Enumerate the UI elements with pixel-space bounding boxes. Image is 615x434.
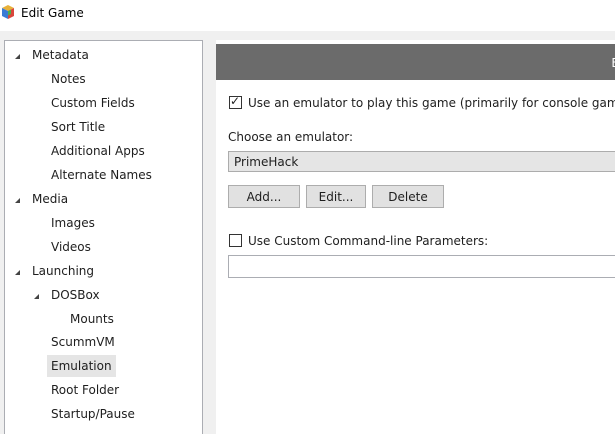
navigation-tree[interactable]: Metadata Notes Custom Fields Sort Title … [4, 40, 203, 434]
expanded-arrow-icon[interactable] [15, 270, 20, 275]
tree-item-label: Media [32, 192, 69, 206]
tree-item-label: Emulation [51, 359, 112, 373]
window-title: Edit Game [21, 6, 84, 20]
tree-item-label: Videos [51, 240, 91, 254]
tree-item-mounts[interactable]: Mounts [70, 308, 114, 330]
tree-item-emulation[interactable]: Emulation [47, 355, 116, 377]
section-header-title: E [611, 56, 615, 70]
use-emulator-label[interactable]: Use an emulator to play this game (prima… [248, 96, 615, 110]
add-emulator-button[interactable]: Add... [228, 185, 300, 208]
tree-item-notes[interactable]: Notes [51, 68, 86, 90]
expanded-arrow-icon[interactable] [15, 54, 20, 59]
launchbox-app-icon [2, 5, 14, 19]
choose-emulator-label: Choose an emulator: [228, 130, 354, 144]
tree-item-label: Root Folder [51, 383, 120, 397]
tree-item-metadata[interactable]: Metadata [32, 44, 89, 66]
custom-params-input[interactable] [228, 255, 615, 278]
tree-item-label: Metadata [32, 48, 89, 62]
tree-item-launching[interactable]: Launching [32, 260, 94, 282]
tree-item-additional-apps[interactable]: Additional Apps [51, 140, 145, 162]
tree-item-label: Notes [51, 72, 86, 86]
tree-item-label: Images [51, 216, 95, 230]
expanded-arrow-icon[interactable] [34, 294, 39, 299]
tree-item-label: Custom Fields [51, 96, 135, 110]
tree-item-label: Alternate Names [51, 168, 152, 182]
expanded-arrow-icon[interactable] [15, 198, 20, 203]
section-header: E [216, 44, 615, 80]
tree-item-label: Launching [32, 264, 95, 278]
tree-item-media[interactable]: Media [32, 188, 68, 210]
tree-item-custom-fields[interactable]: Custom Fields [51, 92, 135, 114]
tree-item-videos[interactable]: Videos [51, 236, 91, 258]
title-bar: Edit Game [0, 0, 615, 31]
tree-item-label: DOSBox [51, 288, 100, 302]
tree-item-label: Additional Apps [51, 144, 145, 158]
tree-item-root-folder[interactable]: Root Folder [51, 379, 119, 401]
emulator-select-value: PrimeHack [234, 155, 299, 169]
custom-params-label[interactable]: Use Custom Command-line Parameters: [248, 234, 488, 248]
custom-params-checkbox[interactable] [229, 234, 242, 247]
tree-item-startup-pause[interactable]: Startup/Pause [51, 403, 135, 425]
tree-item-alternate-names[interactable]: Alternate Names [51, 164, 152, 186]
tree-item-label: Sort Title [51, 120, 106, 134]
tree-item-images[interactable]: Images [51, 212, 95, 234]
delete-emulator-button[interactable]: Delete [372, 185, 444, 208]
edit-emulator-button[interactable]: Edit... [306, 185, 366, 208]
tree-item-sort-title[interactable]: Sort Title [51, 116, 105, 138]
checkmark-icon: ✓ [230, 94, 241, 108]
tree-item-label: ScummVM [51, 335, 115, 349]
tree-item-dosbox[interactable]: DOSBox [51, 284, 100, 306]
emulator-select[interactable]: PrimeHack [228, 151, 615, 172]
use-emulator-checkbox[interactable]: ✓ [229, 94, 242, 109]
tree-item-label: Mounts [70, 312, 114, 326]
tree-item-label: Startup/Pause [51, 407, 135, 421]
tree-item-scummvm[interactable]: ScummVM [51, 331, 115, 353]
